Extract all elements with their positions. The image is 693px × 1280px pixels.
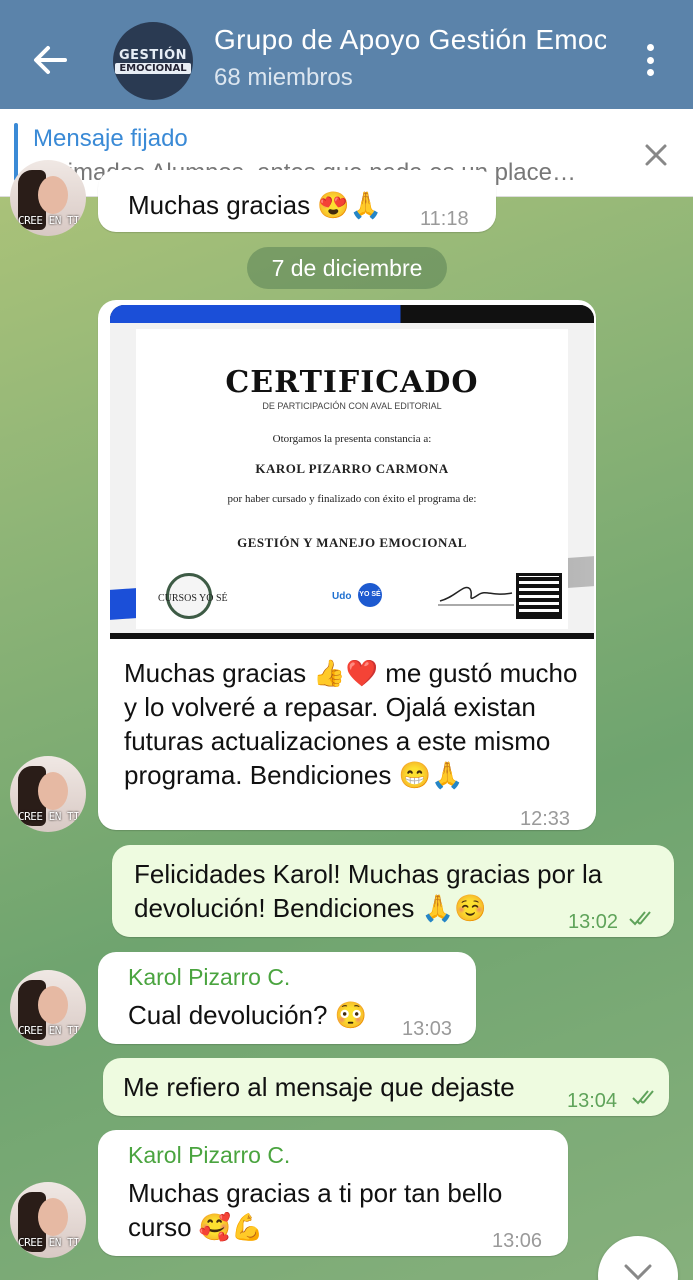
message-bubble[interactable]: Karol Pizarro C. Muchas gracias a ti por…	[98, 1130, 568, 1256]
avatar[interactable]: CREE EN TI	[10, 756, 86, 832]
message-time: 13:04	[567, 1090, 618, 1112]
pinned-label: Mensaje fijado	[33, 125, 188, 152]
message-text: Cual devolución? 😳	[128, 1000, 368, 1030]
avatar[interactable]: CREE EN TI	[10, 970, 86, 1046]
double-check-icon	[632, 1090, 654, 1105]
sender-name[interactable]: Karol Pizarro C.	[128, 962, 290, 992]
double-check-icon	[629, 911, 651, 926]
more-options-icon[interactable]	[630, 38, 670, 82]
message-time: 13:06	[492, 1230, 543, 1252]
message-bubble[interactable]: Karol Pizarro C. Cual devolución? 😳 13:0…	[98, 952, 476, 1044]
group-avatar[interactable]: GESTIÓN EMOCIONAL	[113, 22, 193, 100]
avatar-tag: CREE EN TI	[18, 214, 80, 227]
avatar-tag: CREE EN TI	[18, 1024, 80, 1037]
signature-icon	[438, 586, 514, 606]
logo-text: Udo	[332, 591, 352, 602]
message-text: Me refiero al mensaje que dejaste	[123, 1072, 515, 1102]
member-count: 68 miembros	[214, 64, 353, 91]
seal-text: CURSOS YO SÉ	[158, 593, 228, 604]
message-bubble-outgoing[interactable]: Felicidades Karol! Muchas gracias por la…	[112, 845, 674, 937]
logo-badge: YO SÉ	[358, 583, 382, 607]
message-text: Muchas gracias 😍🙏	[128, 190, 383, 220]
certificate-subtitle: DE PARTICIPACIÓN CON AVAL EDITORIAL	[262, 401, 442, 411]
pinned-accent-bar	[14, 123, 18, 181]
chevron-down-icon	[624, 1264, 652, 1280]
message-text: Muchas gracias 👍❤️ me gustó mucho y lo v…	[124, 658, 578, 790]
certificate-title: CERTIFICADO	[225, 365, 479, 400]
group-avatar-text-1: GESTIÓN	[118, 48, 188, 63]
message-time: 13:03	[402, 1018, 453, 1040]
avatar-tag: CREE EN TI	[18, 1236, 80, 1249]
chat-header: GESTIÓN EMOCIONAL Grupo de Apoyo Gestión…	[0, 0, 693, 109]
date-separator: 7 de diciembre	[247, 247, 447, 289]
message-time: 11:18	[420, 208, 469, 230]
group-avatar-text-2: EMOCIONAL	[115, 63, 191, 74]
group-title[interactable]: Grupo de Apoyo Gestión Emocional	[214, 24, 606, 56]
sender-name[interactable]: Karol Pizarro C.	[128, 1140, 290, 1170]
scroll-down-button[interactable]	[598, 1236, 678, 1280]
message-time: 12:33	[520, 808, 571, 830]
avatar[interactable]: CREE EN TI	[10, 1182, 86, 1258]
qr-code-icon	[516, 573, 562, 619]
certificate-program: GESTIÓN Y MANEJO EMOCIONAL	[237, 535, 467, 550]
certificate-name: KAROL PIZARRO CARMONA	[255, 461, 449, 476]
avatar[interactable]: CREE EN TI	[10, 160, 86, 236]
avatar-tag: CREE EN TI	[18, 810, 80, 823]
certificate-image[interactable]: CERTIFICADO DE PARTICIPACIÓN CON AVAL ED…	[110, 305, 594, 639]
message-time: 13:02	[568, 911, 619, 933]
message-bubble[interactable]: Muchas gracias 😍🙏 11:18	[98, 170, 496, 232]
back-arrow-icon[interactable]	[30, 40, 70, 80]
close-icon[interactable]	[640, 139, 672, 171]
certificate-line2: por haber cursado y finalizado con éxito…	[227, 493, 477, 505]
certificate-line1: Otorgamos la presenta constancia a:	[272, 433, 432, 445]
message-bubble-outgoing[interactable]: Me refiero al mensaje que dejaste 13:04	[103, 1058, 669, 1116]
message-text: Muchas gracias a ti por tan bello curso …	[128, 1178, 503, 1242]
